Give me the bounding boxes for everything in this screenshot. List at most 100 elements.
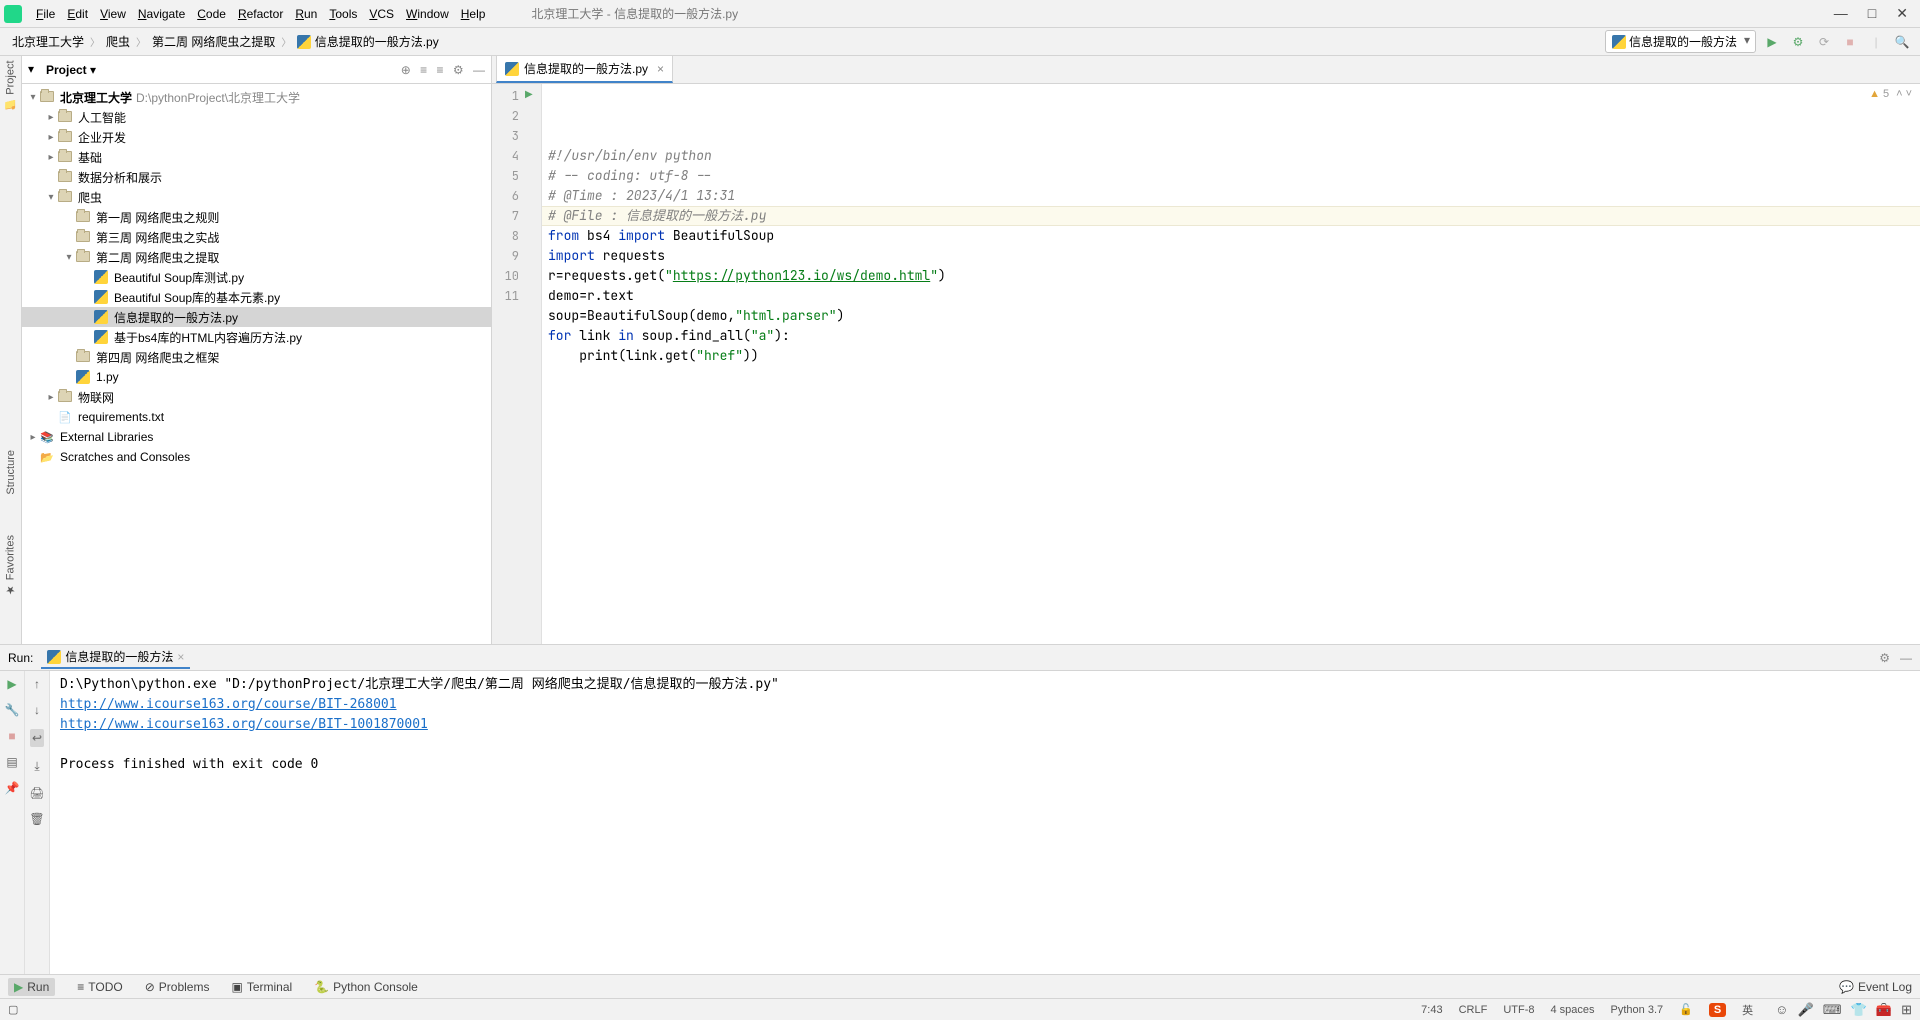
status-python[interactable]: Python 3.7 (1611, 1004, 1664, 1016)
scroll-end-icon[interactable]: ⤓ (34, 759, 39, 774)
bottom-tab-python-console[interactable]: 🐍Python Console (314, 980, 418, 994)
run-coverage-icon[interactable]: ⟳ (1814, 32, 1834, 52)
stop-run-icon[interactable]: ■ (8, 729, 15, 743)
toolbox-icon[interactable]: 🧰 (1876, 1002, 1892, 1017)
tree-item[interactable]: ▸物联网 (22, 387, 491, 407)
tree-item[interactable]: 📄requirements.txt (22, 407, 491, 427)
tree-item[interactable]: Beautiful Soup库的基本元素.py (22, 287, 491, 307)
tree-root[interactable]: ▾北京理工大学D:\pythonProject\北京理工大学 (22, 87, 491, 107)
tool-settings-icon[interactable]: 🔧 (5, 703, 20, 717)
lock-icon[interactable]: 🔓 (1679, 1003, 1693, 1016)
structure-tool-tab[interactable]: Structure (5, 450, 17, 495)
editor-tab-active[interactable]: 信息提取的一般方法.py × (496, 55, 673, 83)
soft-wrap-icon[interactable]: ↩ (30, 729, 44, 747)
output-link-1[interactable]: http://www.icourse163.org/course/BIT-268… (60, 697, 397, 712)
run-output[interactable]: D:\Python\python.exe "D:/pythonProject/北… (50, 671, 1920, 974)
menu-view[interactable]: View (94, 4, 132, 24)
editor-code[interactable]: #!/usr/bin/env python# -- coding: utf-8 … (542, 84, 1920, 644)
status-encoding[interactable]: UTF-8 (1503, 1004, 1534, 1016)
bottom-tab-event-log[interactable]: 💬Event Log (1839, 980, 1912, 994)
tree-item[interactable]: ▸人工智能 (22, 107, 491, 127)
run-hide-icon[interactable]: — (1900, 651, 1912, 665)
tree-item[interactable]: 第一周 网络爬虫之规则 (22, 207, 491, 227)
print-icon[interactable]: 🖨 (29, 786, 44, 800)
tree-item[interactable]: ▾爬虫 (22, 187, 491, 207)
shirt-icon[interactable]: 👕 (1851, 1002, 1867, 1017)
maximize-icon[interactable]: □ (1868, 5, 1876, 22)
pin-icon[interactable]: 📌 (5, 781, 20, 795)
run-icon[interactable]: ▶ (1762, 32, 1782, 52)
menu-refactor[interactable]: Refactor (232, 4, 289, 24)
project-collapse-icon[interactable]: ▾ (28, 62, 44, 78)
up-icon[interactable]: ˄ (1896, 88, 1902, 100)
run-tab-active[interactable]: 信息提取的一般方法 × (41, 646, 190, 669)
tree-item[interactable]: 第四周 网络爬虫之框架 (22, 347, 491, 367)
breadcrumb-item[interactable]: 信息提取的一般方法.py (293, 31, 442, 52)
project-tree[interactable]: ▾北京理工大学D:\pythonProject\北京理工大学▸人工智能▸企业开发… (22, 84, 491, 644)
down-stack-icon[interactable]: ↓ (34, 703, 40, 717)
grid-icon[interactable]: ⊞ (1901, 1002, 1912, 1017)
stop-icon[interactable]: ■ (1840, 32, 1860, 52)
menu-edit[interactable]: Edit (61, 4, 94, 24)
status-indent[interactable]: 4 spaces (1551, 1004, 1595, 1016)
bottom-tab-todo[interactable]: ≡TODO (77, 980, 122, 994)
tree-item[interactable]: ▸企业开发 (22, 127, 491, 147)
down-icon[interactable]: ˅ (1906, 88, 1912, 100)
rerun-icon[interactable]: ▶ (7, 677, 16, 691)
layout-icon[interactable]: ▤ (6, 755, 17, 769)
tree-item[interactable]: Beautiful Soup库测试.py (22, 267, 491, 287)
tree-item[interactable]: ▸基础 (22, 147, 491, 167)
tree-item[interactable]: ▸📚External Libraries (22, 427, 491, 447)
menu-window[interactable]: Window (400, 4, 455, 24)
tree-item[interactable]: 📂Scratches and Consoles (22, 447, 491, 467)
favorites-tool-tab[interactable]: ★ Favorites (4, 535, 17, 596)
menu-code[interactable]: Code (191, 4, 232, 24)
gear-icon[interactable]: ⚙ (453, 63, 464, 77)
debug-icon[interactable]: ⚙ (1788, 32, 1808, 52)
menu-file[interactable]: File (30, 4, 61, 24)
run-config-select[interactable]: 信息提取的一般方法 (1605, 30, 1756, 53)
trash-icon[interactable]: 🗑 (29, 812, 44, 826)
close-tab-icon[interactable]: × (657, 62, 664, 76)
target-icon[interactable]: ⊕ (401, 63, 411, 77)
run-gutter-icon[interactable]: ▶ (525, 89, 533, 100)
bottom-tab-terminal[interactable]: ▣Terminal (231, 980, 292, 994)
close-run-tab-icon[interactable]: × (177, 650, 184, 664)
expand-icon[interactable]: ≡ (420, 63, 427, 77)
status-crlf[interactable]: CRLF (1459, 1004, 1488, 1016)
menu-tools[interactable]: Tools (323, 4, 363, 24)
project-tool-tab[interactable]: 📁Project (4, 60, 17, 111)
tree-item[interactable]: 第三周 网络爬虫之实战 (22, 227, 491, 247)
breadcrumb-item[interactable]: 第二周 网络爬虫之提取 (148, 31, 279, 52)
collapse-icon[interactable]: ≡ (437, 63, 444, 77)
up-stack-icon[interactable]: ↑ (34, 677, 40, 691)
menu-navigate[interactable]: Navigate (132, 4, 191, 24)
tree-item[interactable]: 信息提取的一般方法.py (22, 307, 491, 327)
editor-body[interactable]: 1234567891011 ▶ #!/usr/bin/env python# -… (492, 84, 1920, 644)
hide-icon[interactable]: — (473, 63, 485, 77)
tray-icons: ☺ 🎤 ⌨ 👕 🧰 ⊞ (1769, 1002, 1912, 1018)
tree-item[interactable]: 数据分析和展示 (22, 167, 491, 187)
run-gear-icon[interactable]: ⚙ (1879, 651, 1890, 665)
minimize-icon[interactable]: — (1834, 5, 1848, 22)
status-left-icon[interactable]: ▢ (8, 1003, 18, 1016)
output-link-2[interactable]: http://www.icourse163.org/course/BIT-100… (60, 717, 428, 732)
tree-item[interactable]: 1.py (22, 367, 491, 387)
menu-help[interactable]: Help (455, 4, 492, 24)
breadcrumb-item[interactable]: 北京理工大学 (8, 31, 88, 52)
tree-item[interactable]: 基于bs4库的HTML内容遍历方法.py (22, 327, 491, 347)
ime-icon[interactable]: S (1709, 1003, 1726, 1017)
ime-lang[interactable]: 英 (1742, 1002, 1753, 1018)
tree-item[interactable]: ▾第二周 网络爬虫之提取 (22, 247, 491, 267)
mic-icon[interactable]: 🎤 (1798, 1002, 1814, 1017)
search-icon[interactable]: 🔍 (1892, 32, 1912, 52)
keyboard-icon[interactable]: ⌨ (1823, 1002, 1842, 1017)
warning-icon[interactable]: ▲ (1869, 88, 1880, 100)
close-icon[interactable]: ✕ (1896, 5, 1908, 22)
menu-vcs[interactable]: VCS (363, 4, 400, 24)
breadcrumb-item[interactable]: 爬虫 (102, 31, 134, 52)
bottom-tab-run[interactable]: ▶Run (8, 978, 55, 996)
menu-run[interactable]: Run (289, 4, 323, 24)
emoji-icon[interactable]: ☺ (1775, 1002, 1788, 1017)
bottom-tab-problems[interactable]: ⊘Problems (145, 980, 210, 994)
